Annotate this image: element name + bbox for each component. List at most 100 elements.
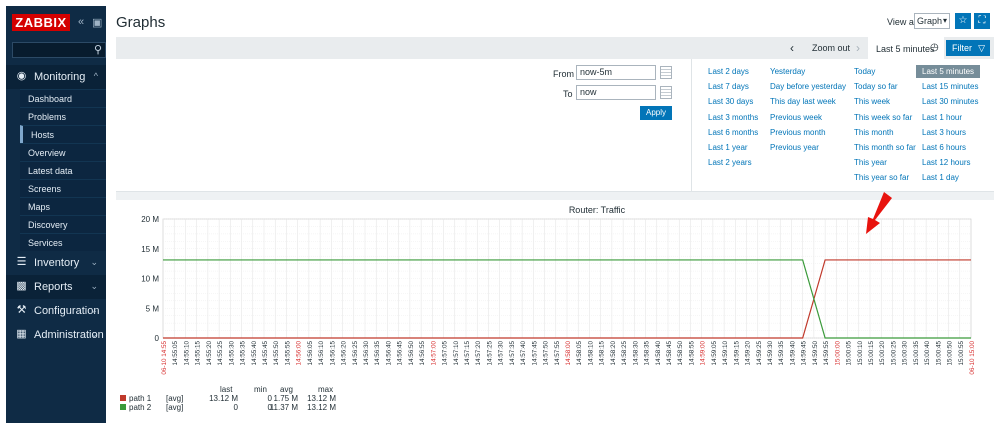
x-tick-label: 14:58:05 <box>576 341 583 366</box>
x-tick-label: 14:58:00 <box>565 341 572 366</box>
x-tick-label: 14:58:35 <box>644 341 651 366</box>
range-link[interactable]: Today so far <box>854 82 898 91</box>
submenu-discovery[interactable]: Discovery <box>20 215 106 233</box>
range-link[interactable]: This year <box>854 158 887 167</box>
submenu-maps[interactable]: Maps <box>20 197 106 215</box>
range-link[interactable]: Last 7 days <box>708 82 749 91</box>
divider <box>691 59 692 192</box>
range-link[interactable]: This year so far <box>854 173 909 182</box>
expand-icon[interactable]: ▣ <box>92 16 102 29</box>
x-tick-label: 14:59:25 <box>756 341 763 366</box>
range-link[interactable]: This day last week <box>770 97 836 106</box>
x-tick-label: 14:59:35 <box>778 341 785 366</box>
menu-monitoring[interactable]: ◉ Monitoring ^ <box>6 65 106 89</box>
tab-time-range[interactable]: Last 5 minutes ◷ <box>868 37 944 59</box>
menu-reports[interactable]: ▩ Reports ⌄ <box>6 275 106 299</box>
x-tick-label: 14:59:05 <box>711 341 718 366</box>
chevron-down-icon: ⌄ <box>90 281 98 291</box>
submenu-hosts[interactable]: Hosts <box>20 125 106 143</box>
chevron-down-icon: ▾ <box>942 16 947 25</box>
legend-value-avg: 1.75 M <box>273 394 298 403</box>
range-link[interactable]: Last 1 year <box>708 143 748 152</box>
calendar-icon[interactable] <box>660 66 672 79</box>
legend-series-name: path 2 <box>129 403 152 412</box>
range-link[interactable]: Last 3 hours <box>922 128 966 137</box>
range-link[interactable]: Last 1 hour <box>922 113 962 122</box>
menu-inventory[interactable]: ☰ Inventory ⌄ <box>6 251 106 275</box>
tab-label: Last 5 minutes <box>876 44 935 54</box>
to-label: To <box>563 89 573 99</box>
submenu-overview[interactable]: Overview <box>20 143 106 161</box>
range-link[interactable]: Last 15 minutes <box>922 82 978 91</box>
chevron-left-icon[interactable]: ‹ <box>790 41 794 55</box>
from-input[interactable]: now-5m <box>576 65 656 80</box>
range-link[interactable]: Today <box>854 67 875 76</box>
calendar-icon[interactable] <box>660 86 672 99</box>
x-tick-label: 14:59:15 <box>733 341 740 366</box>
range-link[interactable]: Previous year <box>770 143 819 152</box>
search-icon[interactable]: ⚲ <box>94 43 102 56</box>
y-tick-label: 5 M <box>146 304 160 313</box>
range-link[interactable]: Previous month <box>770 128 826 137</box>
range-link[interactable]: Last 6 hours <box>922 143 966 152</box>
submenu-dashboard[interactable]: Dashboard <box>20 89 106 107</box>
sidebar-search-input[interactable]: ⚲ <box>12 42 106 58</box>
x-tick-label: 14:58:40 <box>655 341 662 366</box>
submenu-label: Overview <box>28 148 66 158</box>
range-link[interactable]: This month so far <box>854 143 916 152</box>
range-link[interactable]: Previous week <box>770 113 822 122</box>
menu-administration[interactable]: ▦ Administration ⌄ <box>6 323 106 347</box>
submenu-services[interactable]: Services <box>20 233 106 251</box>
x-tick-label: 15:00:45 <box>935 341 942 366</box>
range-link[interactable]: Last 2 days <box>708 67 749 76</box>
filter-button[interactable]: Filter ▽ <box>946 40 990 56</box>
y-tick-label: 0 <box>155 334 160 343</box>
x-tick-label: 15:00:05 <box>846 341 853 366</box>
range-link[interactable]: This week so far <box>854 113 912 122</box>
view-as-select[interactable]: Graph ▾ <box>914 13 950 29</box>
to-input[interactable]: now <box>576 85 656 100</box>
wrench-icon: ⚒ <box>16 304 27 316</box>
range-link[interactable]: Last 30 days <box>708 97 753 106</box>
submenu-problems[interactable]: Problems <box>20 107 106 125</box>
range-link[interactable]: Last 3 months <box>708 113 758 122</box>
range-link[interactable]: This week <box>854 97 890 106</box>
x-tick-label: 15:00:00 <box>834 341 841 366</box>
x-tick-label: 14:56:45 <box>397 341 404 366</box>
x-tick-label: 14:56:55 <box>419 341 426 366</box>
x-tick-label: 14:57:20 <box>475 341 482 366</box>
range-link[interactable]: Yesterday <box>770 67 805 76</box>
menu-configuration[interactable]: ⚒ Configuration ⌄ <box>6 299 106 323</box>
range-link[interactable]: Last 30 minutes <box>922 97 978 106</box>
x-tick-label: 15:00:30 <box>902 341 909 366</box>
range-link[interactable]: Last 1 day <box>922 173 959 182</box>
chart-legend: last min avg max path 1 [avg] 13.12 M 0 1.75 M 13… <box>120 385 380 415</box>
submenu-latest-data[interactable]: Latest data <box>20 161 106 179</box>
fullscreen-button[interactable]: ⛶ <box>974 13 990 29</box>
zoom-out-button[interactable]: Zoom out <box>812 43 850 53</box>
submenu-screens[interactable]: Screens <box>20 179 106 197</box>
fullscreen-icon: ⛶ <box>978 15 986 26</box>
x-tick-label: 15:00:55 <box>958 341 965 366</box>
x-tick-label: 14:58:10 <box>587 341 594 366</box>
x-tick-label: 14:58:55 <box>688 341 695 366</box>
submenu-label: Screens <box>28 184 62 194</box>
range-link[interactable]: Last 5 minutes <box>916 65 981 78</box>
x-tick-label: 14:55:35 <box>240 341 247 366</box>
x-tick-label: 14:57:15 <box>464 341 471 366</box>
favorite-button[interactable]: ☆ <box>955 13 971 29</box>
range-link[interactable]: Last 2 years <box>708 158 752 167</box>
chevron-right-icon[interactable]: › <box>856 41 860 55</box>
range-link[interactable]: Last 6 months <box>708 128 758 137</box>
x-tick-label: 14:57:25 <box>486 341 493 366</box>
range-link[interactable]: Last 12 hours <box>922 158 970 167</box>
zabbix-logo[interactable]: ZABBIX <box>12 14 70 31</box>
chevron-up-icon: ^ <box>93 71 98 81</box>
range-link[interactable]: Day before yesterday <box>770 82 846 91</box>
x-tick-label: 14:57:50 <box>543 341 550 366</box>
double-chevron-left-icon[interactable]: « <box>78 16 84 28</box>
x-tick-label: 14:56:25 <box>352 341 359 366</box>
apply-button[interactable]: Apply <box>640 106 672 120</box>
eye-icon: ◉ <box>16 70 27 82</box>
range-link[interactable]: This month <box>854 128 894 137</box>
